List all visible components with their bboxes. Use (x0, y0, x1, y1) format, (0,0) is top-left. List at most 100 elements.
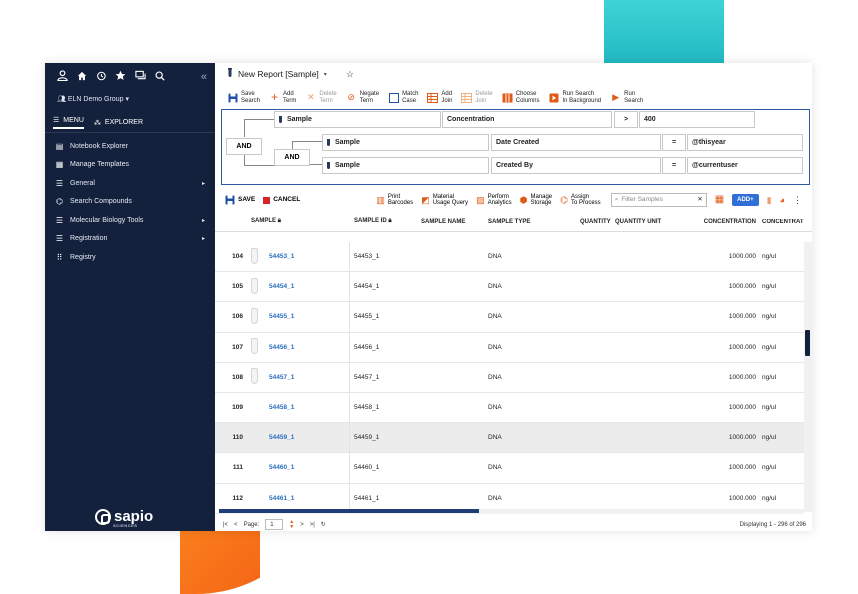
material-usage-label: Material Usage Query (432, 193, 469, 207)
column-header-concentration-unit[interactable]: CONCENTRAT (756, 219, 806, 225)
print-barcodes-button[interactable]: ▥ Print Barcodes (376, 194, 413, 207)
cancel-button[interactable]: CANCEL (263, 196, 300, 204)
sample-link[interactable]: 54455_1 (265, 302, 350, 332)
column-header-sample-id[interactable]: SAMPLE ID 🔒︎ (350, 218, 417, 225)
column-header-quantity-unit[interactable]: QUANTITY UNIT (611, 219, 691, 225)
save-search-button[interactable]: Save Search (227, 91, 260, 104)
column-header-sample-name[interactable]: SAMPLE NAME (417, 219, 484, 225)
run-search-button[interactable]: ▶ Run Search (610, 91, 643, 104)
delete-term-button[interactable]: ✕ Delete Term (305, 91, 337, 104)
negate-term-button[interactable]: ⊘ Negate Term (346, 91, 379, 104)
term1-value[interactable]: 400 (639, 111, 755, 128)
run-search-background-button[interactable]: Run Search In Background (548, 91, 601, 104)
sidebar-item-registration[interactable]: ☰ Registration ▸ (45, 230, 215, 249)
sidebar-item-general[interactable]: ☰ General ▸ (45, 174, 215, 193)
template-icon: ▦ (55, 160, 64, 170)
chat-icon[interactable] (135, 70, 146, 84)
table-row[interactable]: 108 54457_1 54457_1 DNA 1000.000 ng/ul (215, 362, 804, 393)
term3-field[interactable]: Created By (491, 157, 661, 174)
horizontal-scrollbar[interactable] (219, 509, 804, 514)
tab-explorer[interactable]: ⁂ EXPLORER (94, 119, 143, 127)
column-header-concentration[interactable]: CONCENTRATION (691, 219, 756, 225)
group-selector[interactable]: 👥︎ ELN Demo Group ▾ (45, 89, 215, 113)
save-button[interactable]: SAVE (225, 195, 255, 206)
column-header-sample-type[interactable]: SAMPLE TYPE (484, 219, 576, 225)
and-operator-outer[interactable]: AND (226, 138, 262, 155)
term1-type[interactable]: Sample (274, 111, 441, 128)
collapse-sidebar-icon[interactable]: « (201, 71, 207, 83)
sample-link[interactable]: 54453_1 (265, 242, 350, 272)
sample-id-cell: 54454_1 (354, 283, 380, 291)
delete-join-button[interactable]: Delete Join (461, 91, 493, 104)
table-row[interactable]: 104 54453_1 54453_1 DNA 1000.000 ng/ul (215, 242, 804, 273)
sidebar-item-search-compounds[interactable]: ⌬ Search Compounds (45, 193, 215, 212)
term2-type[interactable]: Sample (322, 134, 489, 151)
home-icon[interactable] (77, 70, 87, 84)
favorite-star-icon[interactable]: ☆ (346, 69, 354, 80)
column-header-sample[interactable]: SAMPLE 🔒︎ (247, 218, 350, 225)
term2-operator[interactable]: = (662, 134, 686, 151)
sidebar-item-manage-templates[interactable]: ▦ Manage Templates (45, 156, 215, 175)
sidebar-item-notebook-explorer[interactable]: ▤ Notebook Explorer (45, 137, 215, 156)
clear-icon[interactable]: ✕ (697, 196, 702, 204)
and-label: AND (284, 154, 300, 161)
table-row[interactable]: 110 54459_1 54459_1 DNA 1000.000 ng/ul (215, 423, 804, 454)
add-join-button[interactable]: Add Join (427, 91, 452, 104)
term1-field[interactable]: Concentration (442, 111, 612, 128)
term3-operator[interactable]: = (662, 157, 686, 174)
scrollbar-thumb[interactable] (219, 509, 479, 513)
table-row[interactable]: 107 54456_1 54456_1 DNA 1000.000 ng/ul (215, 332, 804, 363)
scrollbar-thumb[interactable] (805, 330, 810, 356)
notebook-icon: ▤ (55, 141, 64, 151)
filter-samples-input[interactable]: ⌕ Filter Samples ✕ (610, 193, 707, 207)
table-row[interactable]: 106 54455_1 54455_1 DNA 1000.000 ng/ul (215, 302, 804, 333)
perform-analytics-button[interactable]: ▨ Perform Analytics (476, 194, 512, 207)
first-page-icon[interactable]: |< (223, 522, 228, 528)
sidebar-item-molecular-biology-tools[interactable]: ☰ Molecular Biology Tools ▸ (45, 211, 215, 230)
prev-page-icon[interactable]: < (234, 522, 238, 528)
sample-link[interactable]: 54459_1 (265, 423, 350, 453)
sidebar-item-registry[interactable]: ⠿ Registry (45, 248, 215, 267)
pie-chart-icon[interactable]: ◕ (780, 196, 785, 204)
more-options-icon[interactable]: ⋮ (793, 196, 802, 204)
term2-field[interactable]: Date Created (491, 134, 661, 151)
results-actionbar: SAVE CANCEL ▥ Print Barcodes ◩ Material Us… (215, 190, 812, 210)
report-title[interactable]: New Report [Sample] (238, 69, 319, 79)
chevron-down-icon[interactable]: ▾ (324, 71, 327, 78)
add-term-button[interactable]: + Add Term (269, 91, 296, 104)
choose-columns-button[interactable]: Choose Columns (502, 91, 539, 104)
match-case-button[interactable]: Match Case (388, 91, 418, 104)
table-row[interactable]: 109 54458_1 54458_1 DNA 1000.000 ng/ul (215, 392, 804, 424)
assign-to-process-button[interactable]: ⌬ Assign To Process (560, 194, 601, 207)
add-button[interactable]: ADD+ (732, 193, 759, 207)
sample-link[interactable]: 54460_1 (265, 453, 350, 483)
material-usage-query-button[interactable]: ◩ Material Usage Query (421, 194, 468, 207)
barcode-icon: ▥ (376, 194, 385, 205)
and-operator-inner[interactable]: AND (274, 149, 310, 166)
sample-link[interactable]: 54454_1 (265, 272, 350, 302)
refresh-icon[interactable]: ↻ (321, 521, 326, 528)
next-page-icon[interactable]: > (300, 522, 304, 528)
term1-operator[interactable]: > (614, 111, 638, 128)
page-stepper-icon[interactable]: ▲ ▼ (289, 519, 294, 530)
user-icon[interactable] (57, 70, 68, 84)
search-icon[interactable] (155, 70, 165, 84)
tab-menu[interactable]: ☰ MENU (53, 116, 84, 129)
table-row[interactable]: 105 54454_1 54454_1 DNA 1000.000 ng/ul (215, 272, 804, 303)
manage-storage-button[interactable]: ⬢ Manage Storage (520, 194, 553, 207)
term2-value[interactable]: @thisyear (687, 134, 803, 151)
sample-link[interactable]: 54458_1 (265, 392, 350, 423)
term3-value[interactable]: @currentuser (687, 157, 803, 174)
star-icon[interactable] (115, 70, 126, 84)
table-row[interactable]: 111 54460_1 54460_1 DNA 1000.000 ng/ul (215, 453, 804, 484)
sample-link[interactable]: 54456_1 (265, 332, 350, 362)
history-icon[interactable] (96, 70, 106, 84)
column-header-quantity[interactable]: QUANTITY (576, 219, 611, 225)
vertical-scrollbar[interactable] (804, 242, 812, 512)
trash-icon[interactable]: ▮ (767, 196, 772, 204)
term3-type[interactable]: Sample (322, 157, 489, 174)
last-page-icon[interactable]: >| (310, 522, 315, 528)
sample-link[interactable]: 54457_1 (265, 362, 350, 392)
page-number-input[interactable]: 1 (265, 519, 284, 530)
table-edit-icon[interactable]: ▦ (715, 195, 724, 204)
